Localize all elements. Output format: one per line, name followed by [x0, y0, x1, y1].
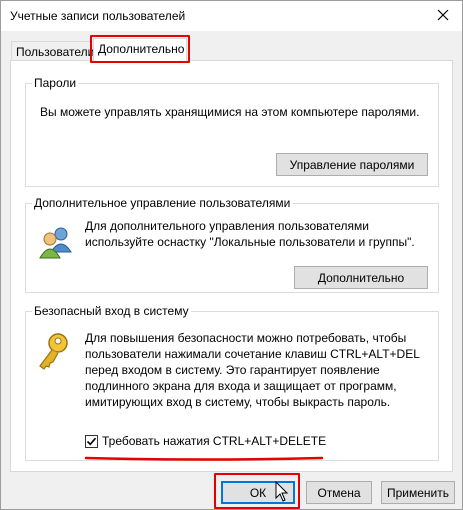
red-underline-annotation [84, 452, 324, 466]
users-icon [38, 226, 74, 263]
advanced-description-line1: Для дополнительного управления пользоват… [85, 219, 369, 233]
group-passwords: Пароли Вы можете управлять хранящимися н… [25, 76, 439, 187]
secure-description-line2: пользователи нажимали сочетание клавиш C… [85, 347, 420, 361]
require-ctrl-alt-delete-label[interactable]: Требовать нажатия CTRL+ALT+DELETE [102, 433, 326, 449]
secure-description-line1: Для повышения безопасности можно потребо… [85, 331, 407, 345]
group-passwords-legend: Пароли [32, 76, 79, 90]
tab-users[interactable]: Пользователи [11, 41, 94, 61]
manage-passwords-button[interactable]: Управление паролями [276, 153, 428, 176]
group-advanced-management: Дополнительное управление пользователями… [25, 196, 439, 293]
secure-description-line3: перед входом в систему. Это гарантирует … [85, 363, 380, 377]
cancel-button[interactable]: Отмена [306, 481, 372, 504]
close-button[interactable] [432, 5, 454, 27]
secure-description-line5: имитирующих вход в систему, чтобы выкрас… [85, 395, 391, 409]
title-bar: Учетные записи пользователей [1, 1, 462, 31]
group-secure-logon: Безопасный вход в систему Для повышения … [25, 304, 439, 461]
group-advanced-legend: Дополнительное управление пользователями [32, 196, 293, 210]
group-secure-legend: Безопасный вход в систему [32, 304, 191, 318]
checkmark-icon [86, 436, 97, 450]
tab-advanced[interactable]: Дополнительно [93, 38, 187, 61]
advanced-button[interactable]: Дополнительно [294, 266, 428, 289]
close-icon [437, 9, 449, 24]
passwords-description: Вы можете управлять хранящимися на этом … [40, 105, 420, 119]
apply-button[interactable]: Применить [381, 481, 455, 504]
require-ctrl-alt-delete-checkbox[interactable] [85, 435, 98, 448]
window-title: Учетные записи пользователей [10, 9, 186, 23]
user-accounts-dialog: Учетные записи пользователей Пользовател… [0, 0, 463, 510]
mouse-cursor-icon [275, 480, 289, 506]
key-icon [36, 332, 70, 375]
secure-description-line4: подлинного экрана для входа и защищает о… [85, 379, 397, 393]
advanced-description-line2: используйте оснастку "Локальные пользова… [85, 235, 415, 249]
tab-page-advanced: Пароли Вы можете управлять хранящимися н… [10, 60, 453, 472]
